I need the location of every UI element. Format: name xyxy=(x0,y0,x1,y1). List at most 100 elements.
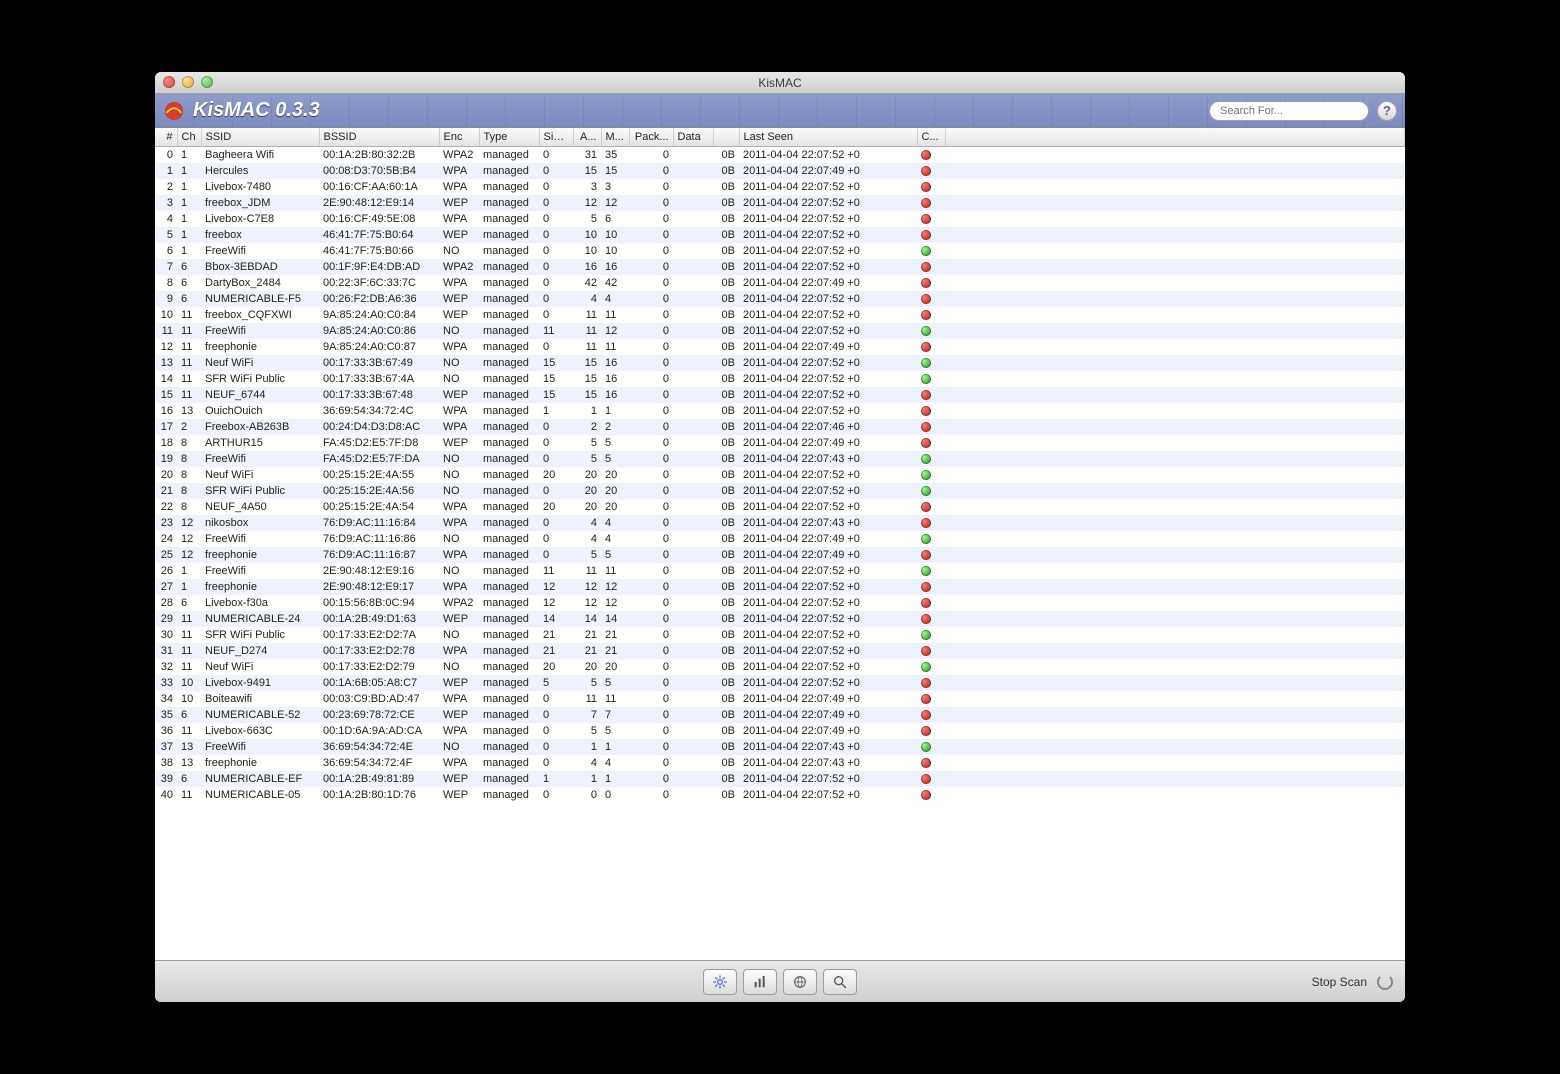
cell-gap: 0B xyxy=(713,435,739,451)
col-bssid[interactable]: BSSID xyxy=(319,128,439,147)
table-row[interactable]: 01Bagheera Wifi00:1A:2B:80:32:2BWPA2mana… xyxy=(155,147,1405,163)
help-button[interactable]: ? xyxy=(1377,101,1397,121)
cell-status xyxy=(917,723,945,739)
table-row[interactable]: 3611Livebox-663C00:1D:6A:9A:AD:CAWPAmana… xyxy=(155,723,1405,739)
col-num[interactable]: # xyxy=(155,128,177,147)
table-row[interactable]: 1411SFR WiFi Public00:17:33:3B:67:4ANOma… xyxy=(155,371,1405,387)
table-header-row: # Ch SSID BSSID Enc Type Sig... A... M..… xyxy=(155,128,1405,147)
search-input[interactable] xyxy=(1220,105,1362,117)
table-row[interactable]: 61FreeWifi46:41:7F:75:B0:66NOmanaged0101… xyxy=(155,243,1405,259)
table-row[interactable]: 86DartyBox_248400:22:3F:6C:33:7CWPAmanag… xyxy=(155,275,1405,291)
table-row[interactable]: 286Livebox-f30a00:15:56:8B:0C:94WPA2mana… xyxy=(155,595,1405,611)
table-row[interactable]: 1211freephonie9A:85:24:A0:C0:87WPAmanage… xyxy=(155,339,1405,355)
table-row[interactable]: 172Freebox-AB263B00:24:D4:D3:D8:ACWPAman… xyxy=(155,419,1405,435)
cell-m: 2 xyxy=(601,419,629,435)
table-row[interactable]: 1111FreeWifi9A:85:24:A0:C0:86NOmanaged11… xyxy=(155,323,1405,339)
table-row[interactable]: 2312nikosbox76:D9:AC:11:16:84WPAmanaged0… xyxy=(155,515,1405,531)
col-pack[interactable]: Pack... xyxy=(629,128,673,147)
details-button[interactable] xyxy=(823,969,857,995)
table-row[interactable]: 3011SFR WiFi Public00:17:33:E2:D2:7ANOma… xyxy=(155,627,1405,643)
table-row[interactable]: 396NUMERICABLE-EF00:1A:2B:49:81:89WEPman… xyxy=(155,771,1405,787)
map-button[interactable] xyxy=(783,969,817,995)
cell-num: 19 xyxy=(155,451,177,467)
cell-last: 2011-04-04 22:07:46 +0 xyxy=(739,419,917,435)
col-ch[interactable]: Ch xyxy=(177,128,201,147)
table-row[interactable]: 228NEUF_4A5000:25:15:2E:4A:54WPAmanaged2… xyxy=(155,499,1405,515)
cell-pack: 0 xyxy=(629,611,673,627)
table-row[interactable]: 21Livebox-748000:16:CF:AA:60:1AWPAmanage… xyxy=(155,179,1405,195)
table-row[interactable]: 3813freephonie36:69:54:34:72:4FWPAmanage… xyxy=(155,755,1405,771)
col-a[interactable]: A... xyxy=(573,128,601,147)
search-field[interactable] xyxy=(1209,101,1369,121)
col-data[interactable]: Data xyxy=(673,128,713,147)
cell-type: managed xyxy=(479,691,539,707)
cell-status xyxy=(917,179,945,195)
cell-m: 15 xyxy=(601,163,629,179)
cell-enc: WPA xyxy=(439,211,479,227)
cell-a: 5 xyxy=(573,211,601,227)
table-row[interactable]: 271freephonie2E:90:48:12:E9:17WPAmanaged… xyxy=(155,579,1405,595)
table-row[interactable]: 2412FreeWifi76:D9:AC:11:16:86NOmanaged04… xyxy=(155,531,1405,547)
network-table-area[interactable]: # Ch SSID BSSID Enc Type Sig... A... M..… xyxy=(155,128,1405,960)
cell-bssid: 76:D9:AC:11:16:84 xyxy=(319,515,439,531)
titlebar[interactable]: KisMAC xyxy=(155,72,1405,94)
table-row[interactable]: 261FreeWifi2E:90:48:12:E9:16NOmanaged111… xyxy=(155,563,1405,579)
cell-ssid: NEUF_4A50 xyxy=(201,499,319,515)
table-row[interactable]: 3211Neuf WiFi00:17:33:E2:D2:79NOmanaged2… xyxy=(155,659,1405,675)
cell-status xyxy=(917,243,945,259)
table-row[interactable]: 3310Livebox-949100:1A:6B:05:A8:C7WEPmana… xyxy=(155,675,1405,691)
col-ssid[interactable]: SSID xyxy=(201,128,319,147)
table-row[interactable]: 208Neuf WiFi00:25:15:2E:4A:55NOmanaged20… xyxy=(155,467,1405,483)
cell-enc: WPA2 xyxy=(439,147,479,163)
zoom-icon[interactable] xyxy=(201,76,213,88)
minimize-icon[interactable] xyxy=(182,76,194,88)
table-row[interactable]: 198FreeWifiFA:45:D2:E5:7F:DANOmanaged055… xyxy=(155,451,1405,467)
table-row[interactable]: 2512freephonie76:D9:AC:11:16:87WPAmanage… xyxy=(155,547,1405,563)
col-m[interactable]: M... xyxy=(601,128,629,147)
stop-scan-button[interactable]: Stop Scan xyxy=(1312,975,1367,989)
cell-num: 30 xyxy=(155,627,177,643)
cell-data xyxy=(673,723,713,739)
table-row[interactable]: 96NUMERICABLE-F500:26:F2:DB:A6:36WEPmana… xyxy=(155,291,1405,307)
table-row[interactable]: 218SFR WiFi Public00:25:15:2E:4A:56NOman… xyxy=(155,483,1405,499)
close-icon[interactable] xyxy=(163,76,175,88)
table-row[interactable]: 3111NEUF_D27400:17:33:E2:D2:78WPAmanaged… xyxy=(155,643,1405,659)
table-row[interactable]: 51freebox46:41:7F:75:B0:64WEPmanaged0101… xyxy=(155,227,1405,243)
cell-sig: 0 xyxy=(539,259,573,275)
table-row[interactable]: 1311Neuf WiFi00:17:33:3B:67:49NOmanaged1… xyxy=(155,355,1405,371)
table-row[interactable]: 4011NUMERICABLE-0500:1A:2B:80:1D:76WEPma… xyxy=(155,787,1405,803)
table-row[interactable]: 1511NEUF_674400:17:33:3B:67:48WEPmanaged… xyxy=(155,387,1405,403)
col-gap[interactable] xyxy=(713,128,739,147)
cell-status xyxy=(917,579,945,595)
cell-status xyxy=(917,547,945,563)
status-dot-icon xyxy=(921,342,931,352)
table-row[interactable]: 76Bbox-3EBDAD00:1F:9F:E4:DB:ADWPA2manage… xyxy=(155,259,1405,275)
col-blank[interactable] xyxy=(945,128,1405,147)
cell-blank xyxy=(945,451,1405,467)
table-row[interactable]: 41Livebox-C7E800:16:CF:49:5E:08WPAmanage… xyxy=(155,211,1405,227)
col-c[interactable]: C... xyxy=(917,128,945,147)
cell-m: 5 xyxy=(601,723,629,739)
table-row[interactable]: 3713FreeWifi36:69:54:34:72:4ENOmanaged01… xyxy=(155,739,1405,755)
table-row[interactable]: 3410Boiteawifi00:03:C9:BD:AD:47WPAmanage… xyxy=(155,691,1405,707)
cell-status xyxy=(917,323,945,339)
table-row[interactable]: 2911NUMERICABLE-2400:1A:2B:49:D1:63WEPma… xyxy=(155,611,1405,627)
graph-button[interactable] xyxy=(743,969,777,995)
table-row[interactable]: 31freebox_JDM2E:90:48:12:E9:14WEPmanaged… xyxy=(155,195,1405,211)
col-enc[interactable]: Enc xyxy=(439,128,479,147)
table-row[interactable]: 11Hercules00:08:D3:70:5B:B4WPAmanaged015… xyxy=(155,163,1405,179)
cell-num: 7 xyxy=(155,259,177,275)
col-sig[interactable]: Sig... xyxy=(539,128,573,147)
cell-gap: 0B xyxy=(713,531,739,547)
table-row[interactable]: 1613OuichOuich36:69:54:34:72:4CWPAmanage… xyxy=(155,403,1405,419)
col-last[interactable]: Last Seen xyxy=(739,128,917,147)
cell-bssid: 00:1A:2B:80:32:2B xyxy=(319,147,439,163)
table-row[interactable]: 188ARTHUR15FA:45:D2:E5:7F:D8WEPmanaged05… xyxy=(155,435,1405,451)
settings-button[interactable] xyxy=(703,969,737,995)
table-row[interactable]: 356NUMERICABLE-5200:23:69:78:72:CEWEPman… xyxy=(155,707,1405,723)
cell-ssid: FreeWifi xyxy=(201,563,319,579)
cell-enc: WPA xyxy=(439,275,479,291)
col-type[interactable]: Type xyxy=(479,128,539,147)
app-title: KisMAC 0.3.3 xyxy=(193,99,320,122)
table-row[interactable]: 1011freebox_CQFXWI9A:85:24:A0:C0:84WEPma… xyxy=(155,307,1405,323)
